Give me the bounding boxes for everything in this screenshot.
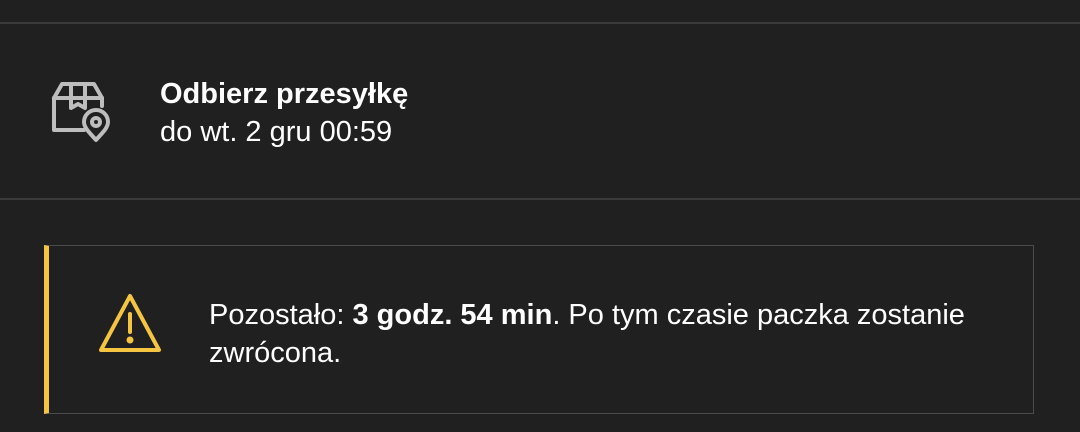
pickup-info-row: Odbierz przesyłkę do wt. 2 gru 00:59 xyxy=(0,24,1080,198)
pickup-text: Odbierz przesyłkę do wt. 2 gru 00:59 xyxy=(160,75,408,151)
divider xyxy=(0,198,1080,200)
parcel-details-screen: Odbierz przesyłkę do wt. 2 gru 00:59 Poz… xyxy=(0,0,1080,432)
return-warning-banner: Pozostało: 3 godz. 54 min. Po tym czasie… xyxy=(44,245,1034,414)
package-location-icon xyxy=(50,78,114,142)
pickup-title: Odbierz przesyłkę xyxy=(160,78,409,110)
remaining-time: 3 godz. 54 min xyxy=(352,299,553,331)
warning-message: Pozostało: 3 godz. 54 min. Po tym czasie… xyxy=(209,296,969,372)
warning-triangle-icon xyxy=(97,292,163,354)
pickup-deadline: do wt. 2 gru 00:59 xyxy=(160,116,393,148)
warning-prefix: Pozostało: xyxy=(209,299,353,331)
